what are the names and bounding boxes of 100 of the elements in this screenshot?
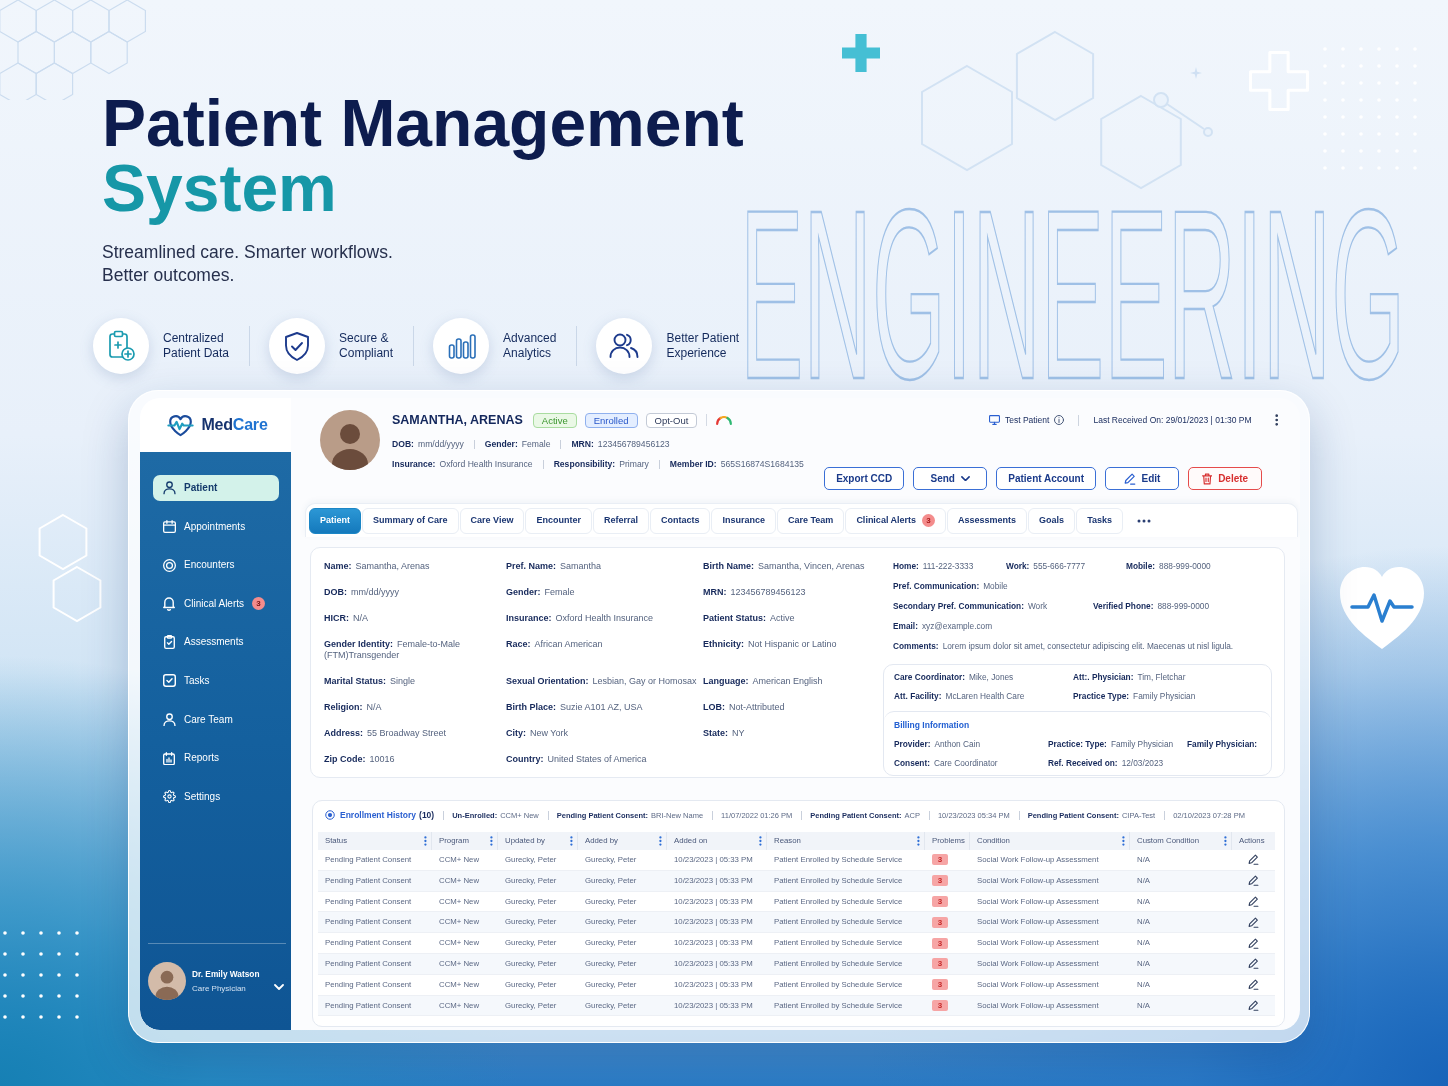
status-badge: Enrolled (584, 412, 638, 428)
kebab-menu-icon[interactable] (570, 836, 573, 846)
count-badge: 3 (932, 999, 948, 1011)
info-field: Family Physician: (1187, 739, 1261, 750)
tab[interactable]: Care View (459, 507, 525, 534)
nav-item[interactable]: Tasks (153, 667, 279, 694)
bell-icon (163, 596, 175, 611)
settings-icon (162, 790, 176, 804)
kebab-menu-icon[interactable] (1224, 836, 1227, 846)
nav-item[interactable]: Care Team (153, 706, 279, 733)
info-field: Work: 555-666-7777 (1006, 561, 1126, 572)
info-field: LOB: Not-Attributed (703, 702, 883, 713)
count-badge: 3 (252, 597, 266, 611)
count-badge: 3 (932, 916, 948, 928)
pencil-icon (1123, 472, 1136, 485)
meta-field: MRN: 123456789456123 (560, 439, 670, 449)
info-field: Patient Status: Active (703, 613, 883, 624)
pencil-icon[interactable] (1248, 937, 1259, 949)
calendar-icon (162, 520, 176, 534)
tab[interactable]: Tasks (1076, 507, 1123, 534)
info-field: Birth Name: Samantha, Vincen, Arenas (703, 561, 883, 572)
user-role: Care Physician (192, 983, 247, 994)
tab[interactable]: Contacts (649, 507, 711, 534)
feature-label: Advanced Analytics (503, 331, 557, 361)
ring-icon (162, 558, 176, 572)
info-field: Birth Place: Suzie A101 AZ, USA (506, 702, 703, 713)
count-badge: 3 (932, 958, 948, 970)
kebab-menu-icon[interactable] (1274, 414, 1278, 426)
tab[interactable]: Insurance (711, 507, 776, 534)
action-button[interactable]: Export CCD (824, 467, 905, 490)
target-icon (325, 810, 335, 820)
avatar-icon (148, 962, 186, 1000)
pencil-icon[interactable] (1248, 896, 1259, 907)
tab[interactable]: Clinical Alerts 3 (845, 507, 947, 534)
user-name: Dr. Emily Watson (192, 968, 260, 980)
tab[interactable]: Patient (309, 507, 361, 534)
action-button[interactable]: Patient Account (996, 467, 1096, 490)
info-field: Gender Identity: Female-to-Male (FTM)Transgender (324, 639, 506, 661)
feature-label: Better Patient Experience (666, 331, 740, 361)
count-badge: 3 (932, 896, 948, 907)
count-badge: 3 (932, 875, 948, 887)
info-field: Address: 55 Broadway Street (324, 728, 506, 739)
count-badge: 3 (922, 514, 936, 527)
nav-item[interactable]: Appointments (153, 513, 279, 540)
info-field: DOB: mm/dd/yyyy (324, 587, 506, 598)
sparkle-icon (1190, 67, 1202, 79)
plus-icon (842, 34, 880, 72)
info-field: Secondary Pref. Communication: Work (893, 601, 1093, 612)
nav-item[interactable]: Reports (153, 745, 279, 772)
nav-item[interactable]: Settings (153, 783, 279, 810)
info-field: Country: United States of America (506, 754, 703, 765)
nav-item[interactable]: Assessments (153, 629, 279, 656)
info-field: Zip Code: 10016 (324, 754, 506, 765)
pencil-icon[interactable] (1248, 916, 1259, 928)
tab[interactable]: Goals (1028, 507, 1076, 534)
kebab-menu-icon[interactable] (659, 836, 662, 846)
meta-field: Member ID: 565S16874S1684135 (658, 459, 804, 469)
tab[interactable]: Assessments (947, 507, 1028, 534)
info-field: Care Coordinator: Mike, Jones (894, 672, 1073, 683)
count-badge: 3 (932, 979, 948, 991)
count-badge: 3 (932, 937, 948, 949)
tab[interactable]: Encounter (525, 507, 592, 534)
kebab-menu-icon[interactable] (917, 836, 920, 846)
nav-item[interactable]: Patient (153, 475, 279, 501)
meta-field: DOB: mm/dd/yyyy (392, 438, 464, 450)
feature-label: Secure & Compliant (339, 331, 394, 361)
more-icon[interactable] (1137, 518, 1151, 523)
info-field: Mobile: 888-999-0000 (1126, 561, 1272, 572)
section-title: Enrollment History (10) (340, 810, 435, 820)
pencil-icon[interactable] (1248, 958, 1259, 970)
info-field: Pref. Name: Samantha (506, 561, 703, 572)
info-field: Pref. Communication: Mobile (893, 581, 1272, 592)
clipboard-plus-icon (93, 318, 149, 374)
person-icon (162, 712, 176, 727)
count-badge: 3 (932, 854, 948, 866)
tab[interactable]: Summary of Care (362, 507, 459, 534)
pencil-icon[interactable] (1248, 979, 1259, 991)
delete-button[interactable]: Delete (1188, 467, 1262, 490)
pencil-icon[interactable] (1248, 854, 1259, 866)
pencil-icon[interactable] (1248, 999, 1259, 1011)
nav-item[interactable]: Encounters (153, 552, 279, 579)
kebab-menu-icon[interactable] (424, 836, 427, 846)
info-field: Sexual Orientation: Lesbian, Gay or Homosax (506, 676, 703, 687)
chevron-down-icon[interactable] (274, 983, 284, 991)
info-field: Consent: Care Coordinator (894, 758, 1048, 769)
info-icon[interactable] (1054, 415, 1065, 425)
nav-item[interactable]: Clinical Alerts 3 (153, 590, 279, 617)
kebab-menu-icon[interactable] (1122, 836, 1125, 846)
kebab-menu-icon[interactable] (759, 836, 762, 846)
tab[interactable]: Referral (592, 507, 649, 534)
last-received-text: Last Received On: 29/01/2023 | 01:30 PM (1093, 415, 1252, 425)
brand-name: MedCare (201, 417, 268, 433)
meta-field: Gender: Female (473, 439, 551, 449)
kebab-menu-icon[interactable] (490, 836, 493, 846)
dropdown-button[interactable]: Send (913, 467, 988, 490)
edit-button[interactable]: Edit (1105, 467, 1179, 490)
tab[interactable]: Care Team (777, 507, 845, 534)
pencil-icon[interactable] (1248, 875, 1259, 887)
check-square-icon (162, 674, 176, 688)
info-field: Religion: N/A (324, 702, 506, 713)
